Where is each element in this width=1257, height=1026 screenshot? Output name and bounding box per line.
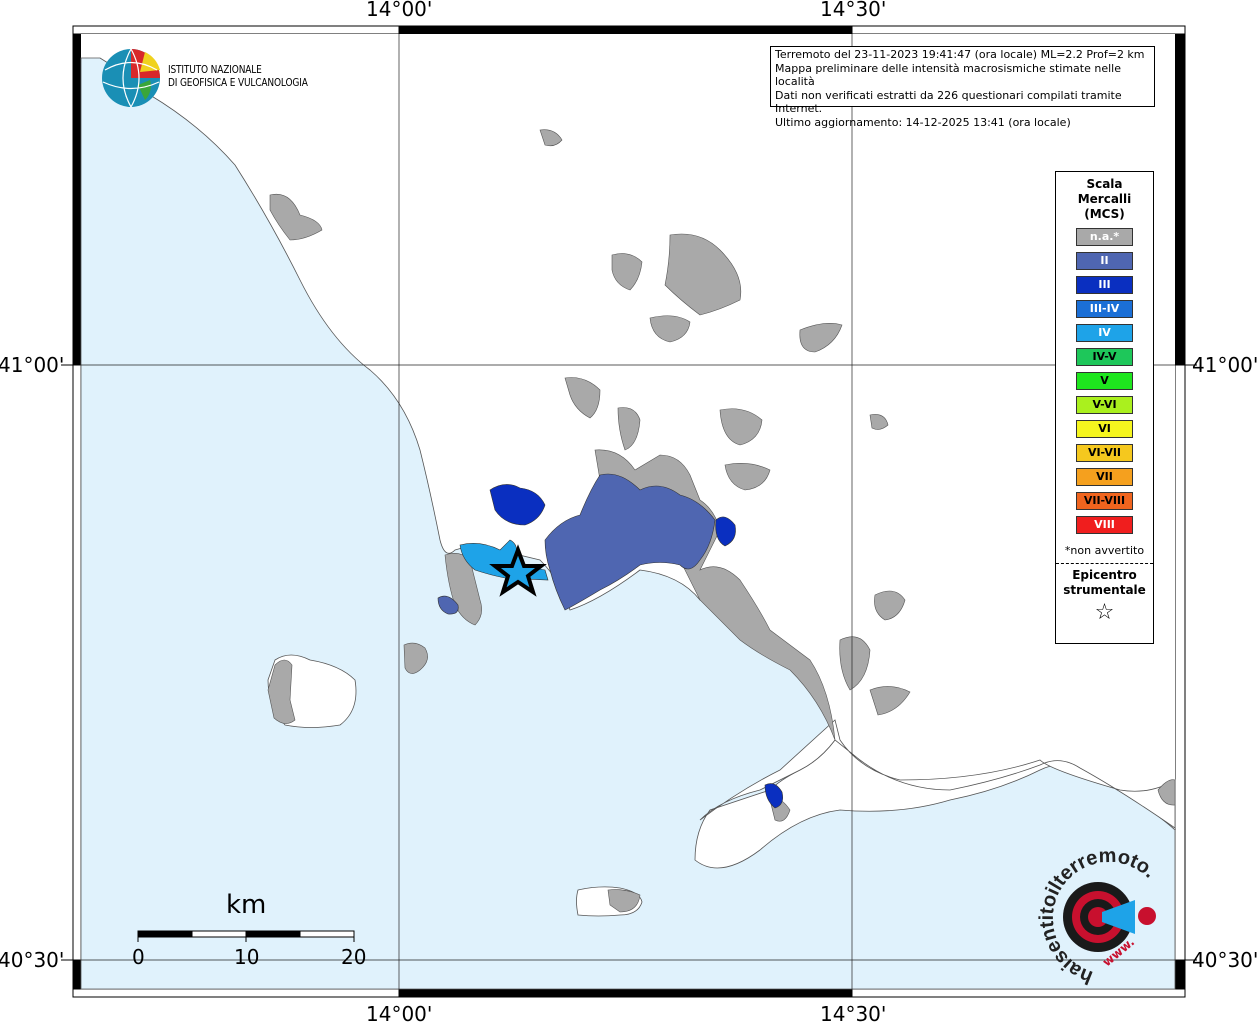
frame-bar-bottom-white2 bbox=[851, 988, 1186, 998]
legend-separator bbox=[1056, 563, 1153, 564]
frame-bar-left-black bbox=[73, 34, 81, 365]
coord-left-40-30: 40°30' bbox=[0, 948, 65, 972]
coord-bottom-14-00: 14°00' bbox=[366, 1002, 433, 1026]
legend-item: III bbox=[1076, 276, 1133, 294]
ingv-logo-text: ISTITUTO NAZIONALE DI GEOFISICA E VULCAN… bbox=[168, 63, 308, 89]
legend-item: VIII bbox=[1076, 516, 1133, 534]
legend-item: II bbox=[1076, 252, 1133, 270]
scale-tick-20: 20 bbox=[341, 945, 367, 969]
legend-item: VI-VII bbox=[1076, 444, 1133, 462]
coord-left-41-00: 41°00' bbox=[0, 353, 65, 377]
coord-top-14-00: 14°00' bbox=[366, 0, 433, 21]
event-info-box: Terremoto del 23-11-2023 19:41:47 (ora l… bbox=[770, 46, 1155, 129]
info-line1: Terremoto del 23-11-2023 19:41:47 (ora l… bbox=[775, 48, 1145, 61]
frame-bar-top-white2 bbox=[851, 25, 1186, 35]
legend-item: VII bbox=[1076, 468, 1133, 486]
frame-bar-right-black2 bbox=[1175, 960, 1185, 989]
scale-unit-label: km bbox=[226, 890, 267, 920]
legend-item: IV bbox=[1076, 324, 1133, 342]
frame-bar-left-white bbox=[72, 364, 82, 961]
coord-top-14-30: 14°30' bbox=[820, 0, 887, 21]
frame-bar-top-white bbox=[72, 25, 400, 35]
legend-note: *non avvertito bbox=[1064, 544, 1145, 557]
legend-item: VII-VIII bbox=[1076, 492, 1133, 510]
coord-right-40-30: 40°30' bbox=[1192, 948, 1257, 972]
legend-item: n.a.* bbox=[1076, 228, 1133, 246]
legend-items: n.a.* II III III-IV IV IV-V V V-VI VI VI-VII VII VI… bbox=[1056, 228, 1153, 534]
legend-item: III-IV bbox=[1076, 300, 1133, 318]
scale-tick-10: 10 bbox=[234, 945, 260, 969]
legend-title: Scala Mercalli (MCS) bbox=[1077, 177, 1132, 221]
legend-item: VI bbox=[1076, 420, 1133, 438]
frame-bar-top-black bbox=[399, 26, 852, 34]
ingv-line2: DI GEOFISICA E VULCANOLOGIA bbox=[168, 76, 308, 89]
legend-item: V bbox=[1076, 372, 1133, 390]
frame-bar-left-black2 bbox=[73, 960, 81, 989]
info-line2: Mappa preliminare delle intensità macros… bbox=[775, 61, 1121, 89]
legend-item: IV-V bbox=[1076, 348, 1133, 366]
frame-bar-right-white bbox=[1174, 364, 1186, 961]
coord-right-41-00: 41°00' bbox=[1192, 353, 1257, 377]
frame-bar-bottom-black bbox=[399, 989, 852, 997]
info-line3: Dati non verificati estratti da 226 ques… bbox=[775, 88, 1122, 116]
coord-bottom-14-30: 14°30' bbox=[820, 1002, 887, 1026]
legend-epicenter-label: Epicentro strumentale bbox=[1063, 568, 1146, 597]
ingv-logo-icon bbox=[102, 48, 160, 108]
legend-item: V-VI bbox=[1076, 396, 1133, 414]
legend-epicenter-star-icon: ☆ bbox=[1094, 600, 1115, 625]
frame-bar-right-black bbox=[1175, 34, 1185, 365]
info-line4: Ultimo aggiornamento: 14-12-2025 13:41 (… bbox=[775, 115, 1071, 129]
mcs-legend: Scala Mercalli (MCS) n.a.* II III III-IV IV I… bbox=[1055, 171, 1154, 644]
scale-tick-0: 0 bbox=[132, 945, 145, 969]
map-area bbox=[61, 34, 1197, 990]
ingv-line1: ISTITUTO NAZIONALE bbox=[168, 63, 262, 76]
frame-bar-bottom-white bbox=[72, 988, 400, 998]
